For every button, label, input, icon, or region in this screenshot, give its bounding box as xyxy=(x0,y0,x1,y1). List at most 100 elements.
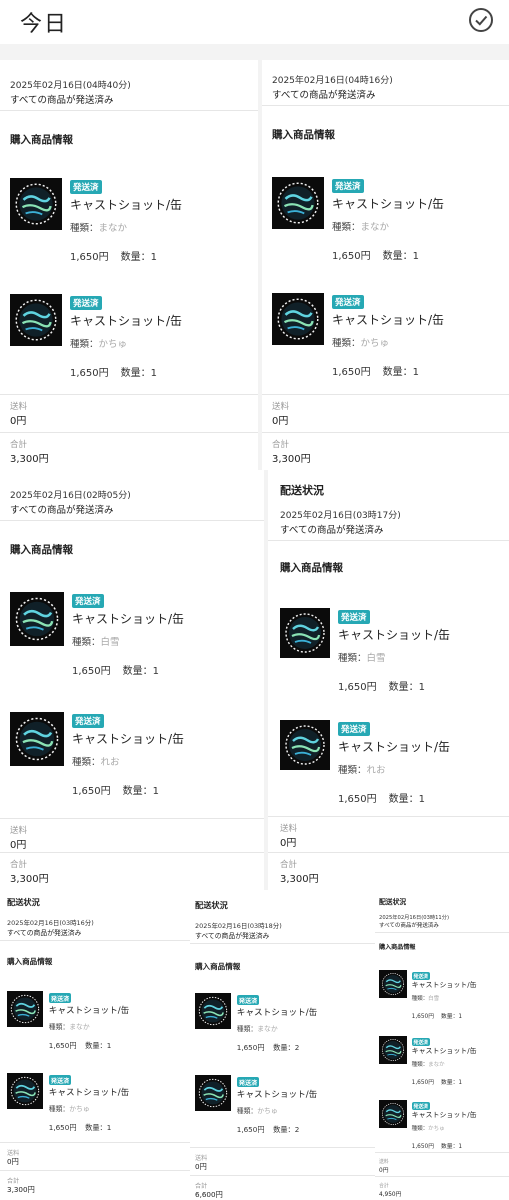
product-variant: 種類：白雪 xyxy=(72,634,120,648)
product-item[interactable]: 発送済 キャストショット/缶 種類：れお 1,650円 数量：1 xyxy=(280,720,509,805)
product-item[interactable]: 発送済 キャストショット/缶 種類：かちゅ 1,650円 数量：1 xyxy=(379,1100,509,1158)
product-thumbnail-art xyxy=(7,991,43,1027)
product-item[interactable]: 発送済キャストショット/缶 種類：白雪 1,650円 数量：1 xyxy=(10,592,264,677)
variant-value: まなか xyxy=(428,1062,445,1069)
shipped-badge: 発送済 xyxy=(48,993,72,1004)
product-thumbnail[interactable] xyxy=(195,1075,231,1111)
price-value: 1,650円 xyxy=(72,786,111,797)
variant-value: まなか xyxy=(360,222,390,233)
shipping-fee-label: 送料 xyxy=(10,826,28,836)
product-thumbnail[interactable] xyxy=(272,177,324,229)
product-thumbnail[interactable] xyxy=(10,178,62,230)
product-name[interactable]: キャストショット/缶 xyxy=(237,1006,318,1018)
product-thumbnail-art xyxy=(7,1073,43,1109)
product-item[interactable]: 発送済 キャストショット/缶 種類：まなか 1,650円 数量：2 xyxy=(195,993,375,1059)
divider xyxy=(0,1142,190,1143)
product-item[interactable]: 発送済 キャストショット/缶 種類：かちゅ 1,650円 数量：2 xyxy=(195,1075,375,1141)
product-thumbnail[interactable] xyxy=(10,712,64,766)
product-name[interactable]: キャストショット/缶 xyxy=(237,1088,318,1100)
product-item[interactable]: 発送済 キャストショット/缶 種類：まなか 1,650円 数量：1 xyxy=(272,177,509,262)
product-thumbnail[interactable] xyxy=(195,993,231,1029)
check-circle-icon[interactable] xyxy=(468,7,494,33)
product-name[interactable]: キャストショット/缶 xyxy=(72,610,184,627)
divider xyxy=(268,540,509,541)
product-item[interactable]: 発送済 キャストショット/缶 種類：まなか 1,650円 数量：1 xyxy=(7,991,190,1057)
divider xyxy=(262,432,509,433)
product-item[interactable]: 発送済 キャストショット/缶 種類：れお 1,650円 数量：1 xyxy=(10,712,264,797)
product-thumbnail[interactable] xyxy=(10,294,62,346)
shipping-fee-value: 0円 xyxy=(7,1156,19,1166)
product-name[interactable]: キャストショット/缶 xyxy=(49,1004,130,1016)
product-name[interactable]: キャストショット/缶 xyxy=(412,1046,477,1056)
product-thumbnail[interactable] xyxy=(272,293,324,345)
product-thumbnail[interactable] xyxy=(379,1036,407,1064)
product-thumbnail-art xyxy=(195,993,231,1029)
product-price: 1,650円 数量：1 xyxy=(412,1141,462,1150)
shipped-badge: 発送済 xyxy=(72,714,104,728)
product-thumbnail[interactable] xyxy=(280,720,330,770)
variant-value: れお xyxy=(100,757,120,768)
product-name[interactable]: キャストショット/缶 xyxy=(338,738,450,755)
product-item[interactable]: 発送済 キャストショット/缶 種類：白雪 1,650円 数量：1 xyxy=(280,608,509,693)
purchase-info-label: 購入商品情報 xyxy=(10,134,73,146)
product-name[interactable]: キャストショット/缶 xyxy=(70,312,182,329)
product-item[interactable]: 発送済 キャストショット/缶 種類：白雪 1,650円 数量：1 xyxy=(379,970,509,1028)
price-value: 1,650円 xyxy=(48,1041,77,1051)
divider xyxy=(0,432,258,433)
product-thumbnail[interactable] xyxy=(7,1073,43,1109)
product-name[interactable]: キャストショット/缶 xyxy=(72,730,184,747)
product-thumbnail-art xyxy=(272,293,324,345)
divider xyxy=(190,1175,375,1176)
product-thumbnail[interactable] xyxy=(379,970,407,998)
product-variant: 種類：かちゅ xyxy=(332,335,389,349)
order-date: 2025年02月16日(03時11分) xyxy=(379,915,450,921)
product-thumbnail[interactable] xyxy=(379,1100,407,1128)
shipped-badge: 発送済 xyxy=(72,594,104,608)
product-name[interactable]: キャストショット/缶 xyxy=(49,1086,130,1098)
product-name[interactable]: キャストショット/缶 xyxy=(332,195,444,212)
variant-label: 種類： xyxy=(70,223,99,234)
variant-value: 白雪 xyxy=(100,637,120,648)
delivery-status-label: 配送状況 xyxy=(379,898,407,906)
shipping-status: すべての商品が発送済み xyxy=(10,505,114,516)
product-name[interactable]: キャストショット/缶 xyxy=(412,1110,477,1120)
variant-value: 白雪 xyxy=(366,653,386,664)
product-variant: 種類：かちゅ xyxy=(49,1103,90,1113)
price-value: 1,650円 xyxy=(338,794,377,805)
shipping-fee-value: 0円 xyxy=(379,1167,389,1174)
product-name[interactable]: キャストショット/缶 xyxy=(332,311,444,328)
product-thumbnail[interactable] xyxy=(280,608,330,658)
price-value: 1,650円 xyxy=(236,1043,265,1053)
product-price: 1,650円 数量：1 xyxy=(72,662,159,677)
product-thumbnail-art xyxy=(379,1100,407,1128)
variant-value: かちゅ xyxy=(428,1126,445,1133)
product-name[interactable]: キャストショット/缶 xyxy=(412,980,477,990)
product-item[interactable]: 発送済 キャストショット/缶 種類：かちゅ 1,650円 数量：1 xyxy=(272,293,509,378)
product-item[interactable]: 発送済 キャストショット/缶 種類：かちゅ 1,650円 数量：1 xyxy=(10,294,258,379)
product-item[interactable]: 発送済 キャストショット/缶 種類：まなか 1,650円 数量：1 xyxy=(10,178,258,263)
product-thumbnail[interactable] xyxy=(7,991,43,1027)
variant-label: 種類： xyxy=(236,1025,258,1034)
divider xyxy=(375,1176,509,1177)
quantity-value: 数量：2 xyxy=(273,1125,300,1135)
product-thumbnail[interactable] xyxy=(10,592,64,646)
product-name[interactable]: キャストショット/缶 xyxy=(338,626,450,643)
price-value: 1,650円 xyxy=(338,682,377,693)
order-date: 2025年02月16日(03時18分) xyxy=(195,922,282,930)
shipping-fee-value: 0円 xyxy=(10,416,27,427)
purchase-info-label: 購入商品情報 xyxy=(10,544,73,556)
product-price: 1,650円 数量：1 xyxy=(412,1077,462,1086)
product-name[interactable]: キャストショット/缶 xyxy=(70,196,182,213)
product-item[interactable]: 発送済 キャストショット/缶 種類：かちゅ 1,650円 数量：1 xyxy=(7,1073,190,1139)
price-value: 1,650円 xyxy=(411,1079,435,1086)
quantity-value: 数量：1 xyxy=(120,368,158,379)
product-thumbnail-art xyxy=(10,178,62,230)
total-value: 3,300円 xyxy=(10,454,49,465)
price-value: 1,650円 xyxy=(70,252,109,263)
product-variant: 種類：かちゅ xyxy=(412,1124,445,1132)
quantity-value: 数量：1 xyxy=(382,251,420,262)
quantity-value: 数量：1 xyxy=(440,1143,463,1150)
product-thumbnail-art xyxy=(10,294,62,346)
divider xyxy=(0,1170,190,1171)
product-item[interactable]: 発送済 キャストショット/缶 種類：まなか 1,650円 数量：1 xyxy=(379,1036,509,1094)
